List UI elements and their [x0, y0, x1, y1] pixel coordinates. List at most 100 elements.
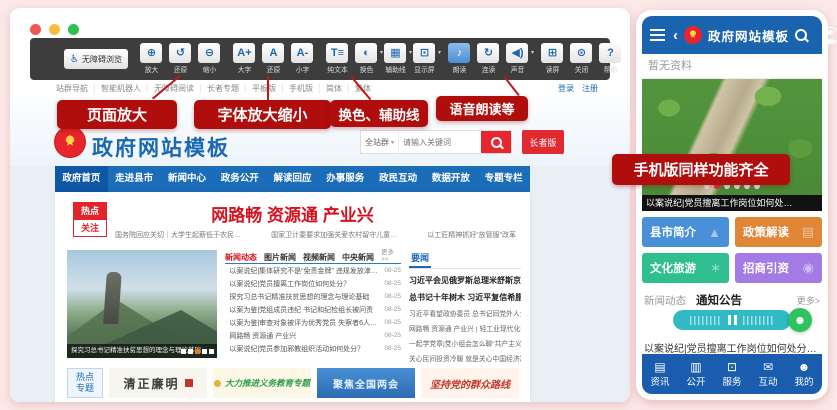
- nav-item-news[interactable]: ▤资讯: [642, 354, 678, 394]
- nav-item-interpretation[interactable]: 解读回应: [266, 166, 319, 192]
- person-icon: ☻: [798, 361, 811, 373]
- nav-item-open-data[interactable]: 数据开放: [424, 166, 477, 192]
- nav-item-disclosure[interactable]: ▥公开: [678, 354, 714, 394]
- maximize-window-icon[interactable]: [68, 24, 79, 35]
- nav-item-county[interactable]: 走进县市: [108, 166, 161, 192]
- register-link[interactable]: 注册: [582, 83, 598, 94]
- photo-slider[interactable]: 探究习总书记精准扶贫思想的理念与理论基础: [67, 250, 217, 358]
- tile-investment[interactable]: 招商引资◉: [735, 253, 822, 283]
- slider-dot[interactable]: [188, 349, 193, 354]
- user-avatar-button[interactable]: [822, 27, 837, 44]
- login-link[interactable]: 登录: [558, 83, 574, 94]
- font-larger-button[interactable]: A+ 大字: [231, 43, 258, 76]
- brief-headline[interactable]: 总书记十年树木 习近平复信希腊学者: [409, 292, 521, 303]
- news-more-link[interactable]: 更多>>: [381, 246, 401, 263]
- minimize-window-icon[interactable]: [49, 24, 60, 35]
- close-toolbar-button[interactable]: ⊙ 关闭: [568, 43, 595, 76]
- brief-headline[interactable]: 习近平会见俄罗斯总理米舒斯京: [409, 275, 521, 286]
- hot-link[interactable]: 国务院回应关切｜大学生起薪低于农民工…: [115, 230, 247, 240]
- news-row[interactable]: ·以案为鉴|党组成员违纪 书记和纪检组长被问责08-25: [225, 303, 401, 316]
- mobile-search-button[interactable]: [795, 29, 807, 41]
- zoom-in-button[interactable]: ⊕ 放大: [138, 43, 165, 76]
- nav-item-interaction[interactable]: ✉互动: [750, 354, 786, 394]
- tab-news-dynamics[interactable]: 新闻动态: [225, 252, 257, 263]
- volume-button[interactable]: ◀) ▾ 声音: [504, 43, 531, 76]
- nav-label: 我的: [794, 374, 813, 388]
- nav-item-services[interactable]: ⊡服务: [714, 354, 750, 394]
- elder-version-button[interactable]: 长者版: [522, 130, 564, 154]
- utility-link-robot[interactable]: 智能机器人: [88, 83, 141, 94]
- nav-item-home[interactable]: 政府首页: [55, 166, 108, 192]
- search-scope-select[interactable]: 全站群 ▾: [361, 131, 399, 153]
- nav-item-news[interactable]: 新闻中心: [161, 166, 214, 192]
- display-mode-button[interactable]: ⊡ ▾ 显示屏: [411, 43, 438, 76]
- tile-policy-interpretation[interactable]: 政策解读▤: [735, 217, 822, 247]
- audio-player[interactable]: [673, 310, 791, 330]
- tab-video-news[interactable]: 视频新闻: [303, 252, 335, 263]
- slider-dot[interactable]: [209, 349, 214, 354]
- screen-reader-button[interactable]: ⊞ 读屏: [539, 43, 566, 76]
- topic-banner-mass-line[interactable]: 坚持党的群众路线: [421, 368, 519, 398]
- hot-link[interactable]: 以工匠精神抓好“放管服”改革: [427, 230, 516, 240]
- search-input[interactable]: [399, 131, 481, 153]
- accessibility-browse-button[interactable]: ♿ 无障碍浏览: [64, 49, 128, 69]
- brief-item[interactable]: 网路畅 资源通 产业兴 | 轻工业现代化振兴规划: [409, 323, 521, 333]
- nav-item-gov-affairs[interactable]: 政务公开: [213, 166, 266, 192]
- hot-headline-link[interactable]: 网路畅 资源通 产业兴: [115, 201, 470, 226]
- slider-dot-active[interactable]: [195, 349, 200, 354]
- plain-text-button[interactable]: T≡ 纯文本: [324, 43, 351, 76]
- back-button[interactable]: ‹: [673, 27, 678, 44]
- read-aloud-button[interactable]: ♪ 朗读: [446, 43, 473, 76]
- utility-link-site-nav[interactable]: 站群导航: [56, 83, 88, 94]
- brief-item[interactable]: 关心民间投资冷暖 就是关心中国经济冷暖: [409, 353, 521, 363]
- news-row[interactable]: ·以案说纪|集体研究不是“免责金牌” 违规发放津贴被…08-25: [225, 264, 401, 277]
- help-button[interactable]: ? 帮助: [597, 43, 624, 76]
- mobile-slider-caption[interactable]: 以案说纪|党员擅离工作岗位如何处…: [642, 195, 822, 211]
- close-window-icon[interactable]: [30, 24, 41, 35]
- utility-link-elder[interactable]: 长者专题: [194, 83, 239, 94]
- voice-assistant-button[interactable]: ☻: [788, 308, 812, 332]
- display-mode-icon: ⊡: [413, 43, 435, 63]
- tile-county-intro[interactable]: 县市简介▲: [642, 217, 729, 247]
- brief-item[interactable]: 习近平看望政协委员 总书记同党外人士在一起: [409, 308, 521, 318]
- news-row[interactable]: ·以案为鉴|审查对象被评为优秀党员 失察者6人被问责08-25: [225, 316, 401, 329]
- topic-banner-integrity[interactable]: 清正廉明: [109, 368, 207, 398]
- font-reset-button[interactable]: A 还原: [260, 43, 287, 76]
- hot-link[interactable]: 国家卫计委要求加强关爱农村留守儿童健康工作: [271, 230, 403, 240]
- slider-dot[interactable]: [181, 349, 186, 354]
- mobile-news-line[interactable]: 以案说纪|党员擅离工作岗位如何处分…: [642, 340, 822, 355]
- mobile-header: ‹ ★ 政府网站模板: [642, 16, 822, 54]
- tab-important-news[interactable]: 要闻: [409, 251, 431, 268]
- mobile-more-link[interactable]: 更多>: [797, 294, 820, 307]
- pause-icon[interactable]: [728, 315, 737, 325]
- topic-banner-education[interactable]: 大力推进义务教育专题: [213, 368, 311, 398]
- menu-button[interactable]: [650, 27, 665, 43]
- callout-mobile: 手机版同样功能齐全: [612, 154, 790, 185]
- utility-link-mobile[interactable]: 手机版: [276, 83, 313, 94]
- tab-photo-news[interactable]: 图片新闻: [264, 252, 296, 263]
- nav-item-interaction[interactable]: 政民互动: [372, 166, 425, 192]
- utility-link-simplified[interactable]: 简体: [313, 83, 342, 94]
- zoom-out-button[interactable]: ⊖ 缩小: [196, 43, 223, 76]
- news-row[interactable]: ·网路畅 资源通 产业兴08-25: [225, 329, 401, 342]
- continuous-read-button[interactable]: ↻ 连读: [475, 43, 502, 76]
- tab-central-news[interactable]: 中央新闻: [342, 252, 374, 263]
- news-row[interactable]: ·以案说纪|党员擅离工作岗位如何处分？08-25: [225, 277, 401, 290]
- topic-banner-two-sessions[interactable]: 聚焦全国两会: [317, 368, 415, 398]
- slider-dot[interactable]: [202, 349, 207, 354]
- tab-news-dynamics[interactable]: 新闻动态: [644, 293, 686, 308]
- nav-item-services[interactable]: 办事服务: [319, 166, 372, 192]
- font-smaller-button[interactable]: A- 小字: [289, 43, 316, 76]
- guide-line-button[interactable]: ▦ ▾ 辅助线: [382, 43, 409, 76]
- utility-link-tablet[interactable]: 平板版: [239, 83, 276, 94]
- search-button[interactable]: [481, 131, 511, 153]
- news-row[interactable]: ·以案说纪|党员参加邪教组织活动如何处分？08-25: [225, 342, 401, 355]
- nav-item-profile[interactable]: ☻我的: [786, 354, 822, 394]
- nav-item-special[interactable]: 专题专栏: [477, 166, 530, 192]
- brief-item[interactable]: 一起学党章|党小组会怎么聊“共产主义渺茫论”: [409, 338, 521, 348]
- tile-culture-tourism[interactable]: 文化旅游∗: [642, 253, 729, 283]
- color-scheme-button[interactable]: ◐ ▾ 换色: [353, 43, 380, 76]
- page-reset-button[interactable]: ↺ 还原: [167, 43, 194, 76]
- news-row[interactable]: ·探究习总书记精准扶贫思想的理念与理论基础08-25: [225, 290, 401, 303]
- tab-notices[interactable]: 通知公告: [696, 292, 742, 308]
